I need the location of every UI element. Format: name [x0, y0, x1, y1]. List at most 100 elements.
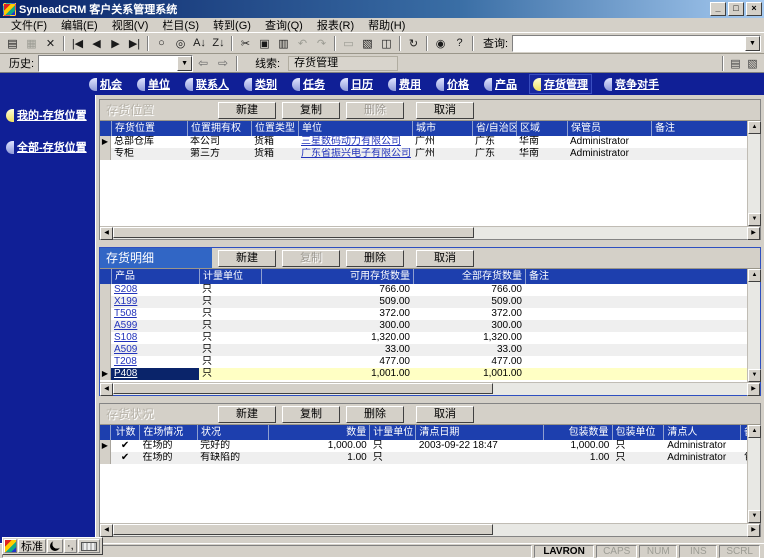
- scroll-down-icon[interactable]: ▼: [748, 369, 761, 382]
- product-link-selected[interactable]: P408: [111, 368, 199, 380]
- tab-contact[interactable]: 联系人: [182, 75, 232, 93]
- menu-help[interactable]: 帮助(H): [361, 17, 412, 33]
- copy-icon[interactable]: ▣: [255, 35, 274, 52]
- table-row[interactable]: T208 只 477.00 477.00: [100, 356, 747, 368]
- scroll-down-icon[interactable]: ▼: [748, 510, 761, 523]
- history-dropdown-arrow[interactable]: ▼: [177, 55, 193, 71]
- detail-delete-button[interactable]: 删除: [346, 249, 404, 267]
- tab-expense[interactable]: 费用: [385, 75, 424, 93]
- location-copy-button[interactable]: 复制: [282, 101, 340, 119]
- table-row-selected[interactable]: ▶ P408 只 1,001.00 1,001.00: [100, 368, 747, 380]
- horizontal-scrollbar[interactable]: ◀ ▶: [100, 523, 760, 537]
- scrollbar-thumb[interactable]: [113, 227, 475, 238]
- ime-soft-keyboard-icon[interactable]: [77, 539, 100, 553]
- product-link[interactable]: S208: [111, 284, 199, 296]
- scroll-up-icon[interactable]: ▲: [748, 269, 761, 282]
- product-link[interactable]: A599: [111, 320, 199, 332]
- location-new-button[interactable]: 新建: [218, 101, 276, 119]
- detail-cancel-button[interactable]: 取消: [416, 249, 474, 267]
- scroll-right-icon[interactable]: ▶: [747, 383, 760, 396]
- table-row[interactable]: X199 只 509.00 509.00: [100, 296, 747, 308]
- tab-product[interactable]: 产品: [481, 75, 520, 93]
- ime-punctuation-icon[interactable]: ·,: [64, 539, 77, 553]
- scroll-up-icon[interactable]: ▲: [748, 425, 761, 438]
- tab-inventory[interactable]: 存货管理: [529, 74, 592, 94]
- table-row[interactable]: A599 只 300.00 300.00: [100, 320, 747, 332]
- forward-icon[interactable]: ⇨: [213, 55, 233, 71]
- ime-toolbar[interactable]: 标准 ·,: [2, 537, 103, 555]
- menu-edit[interactable]: 编辑(E): [54, 17, 105, 33]
- status-cancel-button[interactable]: 取消: [416, 405, 474, 423]
- menu-view[interactable]: 视图(V): [105, 17, 156, 33]
- prev-record-icon[interactable]: ◀: [87, 35, 106, 52]
- ime-mode-label[interactable]: 标准: [18, 539, 46, 553]
- scroll-right-icon[interactable]: ▶: [747, 227, 760, 240]
- cut-icon[interactable]: ✂: [236, 35, 255, 52]
- menu-report[interactable]: 报表(R): [310, 17, 361, 33]
- tab-category[interactable]: 类别: [241, 75, 280, 93]
- export-icon[interactable]: ▧: [358, 35, 377, 52]
- scroll-up-icon[interactable]: ▲: [748, 121, 761, 134]
- first-record-icon[interactable]: |◀: [68, 35, 87, 52]
- find-binoculars-icon[interactable]: ◉: [431, 35, 450, 52]
- next-record-icon[interactable]: ▶: [106, 35, 125, 52]
- counted-checkmark[interactable]: ✔: [111, 440, 140, 452]
- table-row[interactable]: S208 只 766.00 766.00: [100, 284, 747, 296]
- status-delete-button[interactable]: 删除: [346, 405, 404, 423]
- sort-descending-icon[interactable]: Z↓: [209, 35, 228, 52]
- history-combobox[interactable]: ▼: [38, 54, 194, 72]
- tab-calendar[interactable]: 日历: [337, 75, 376, 93]
- tab-opportunity[interactable]: 机会: [86, 75, 125, 93]
- sort-ascending-icon[interactable]: A↓: [190, 35, 209, 52]
- table-row[interactable]: A509 只 33.00 33.00: [100, 344, 747, 356]
- table-row[interactable]: S108 只 1,320.00 1,320.00: [100, 332, 747, 344]
- refresh-icon[interactable]: ↻: [404, 35, 423, 52]
- search-icon[interactable]: ○: [152, 35, 171, 52]
- card-view-icon[interactable]: ▤: [727, 56, 744, 71]
- vertical-scrollbar[interactable]: ▲ ▼: [747, 425, 761, 523]
- counted-checkmark[interactable]: ✔: [111, 452, 140, 464]
- query-dropdown-arrow[interactable]: ▼: [745, 35, 760, 51]
- ime-fullwidth-moon-icon[interactable]: [47, 539, 63, 553]
- query-combobox[interactable]: ▼: [512, 34, 761, 52]
- menu-columns[interactable]: 栏目(S): [155, 17, 206, 33]
- product-link[interactable]: A509: [111, 344, 199, 356]
- table-row[interactable]: ✔ 在场的 有缺陷的 1.00 只 1.00 只 Administrator 包…: [100, 452, 747, 464]
- table-row[interactable]: 专柜 第三方 货箱 广东省振兴电子有限公司 广州 广东 华南 Administr…: [100, 148, 747, 160]
- status-new-button[interactable]: 新建: [218, 405, 276, 423]
- horizontal-scrollbar[interactable]: ◀ ▶: [100, 226, 760, 240]
- menu-goto[interactable]: 转到(G): [206, 17, 258, 33]
- minimize-button[interactable]: _: [710, 2, 726, 16]
- detail-new-button[interactable]: 新建: [218, 249, 276, 267]
- scroll-left-icon[interactable]: ◀: [100, 383, 113, 396]
- menu-file[interactable]: 文件(F): [4, 17, 54, 33]
- new-record-icon[interactable]: ▤: [3, 35, 22, 52]
- product-link[interactable]: S108: [111, 332, 199, 344]
- table-row[interactable]: ▶ ✔ 在场的 完好的 1,000.00 只 2003-09-22 18:47 …: [100, 440, 747, 452]
- company-link[interactable]: 三星数码动力有限公司: [298, 136, 412, 148]
- restore-button[interactable]: □: [728, 2, 744, 16]
- tab-task[interactable]: 任务: [289, 75, 328, 93]
- scroll-down-icon[interactable]: ▼: [748, 213, 761, 226]
- location-cancel-button[interactable]: 取消: [416, 101, 474, 119]
- tab-company[interactable]: 单位: [134, 75, 173, 93]
- table-row[interactable]: ▶ 总部仓库 本公司 货箱 三星数码动力有限公司 广州 广东 华南 Admini…: [100, 136, 747, 148]
- product-link[interactable]: X199: [111, 296, 199, 308]
- table-row[interactable]: T508 只 372.00 372.00: [100, 308, 747, 320]
- delete-record-icon[interactable]: ✕: [41, 35, 60, 52]
- vertical-scrollbar[interactable]: ▲ ▼: [747, 269, 761, 382]
- ime-logo-icon[interactable]: [4, 539, 17, 553]
- menu-query[interactable]: 查询(Q): [258, 17, 310, 33]
- last-record-icon[interactable]: ▶|: [125, 35, 144, 52]
- zoom-search-icon[interactable]: ◎: [171, 35, 190, 52]
- vertical-scrollbar[interactable]: ▲ ▼: [747, 121, 761, 226]
- product-link[interactable]: T508: [111, 308, 199, 320]
- scrollbar-thumb[interactable]: [113, 524, 494, 535]
- close-button[interactable]: ×: [746, 2, 762, 16]
- scroll-left-icon[interactable]: ◀: [100, 524, 113, 537]
- scroll-right-icon[interactable]: ▶: [747, 524, 760, 537]
- tab-competitor[interactable]: 竞争对手: [601, 75, 662, 93]
- sidebar-item-my-inventory-locations[interactable]: 我的-存货位置: [4, 105, 95, 125]
- report-view-icon[interactable]: ▧: [744, 56, 761, 71]
- horizontal-scrollbar[interactable]: ◀ ▶: [100, 382, 760, 396]
